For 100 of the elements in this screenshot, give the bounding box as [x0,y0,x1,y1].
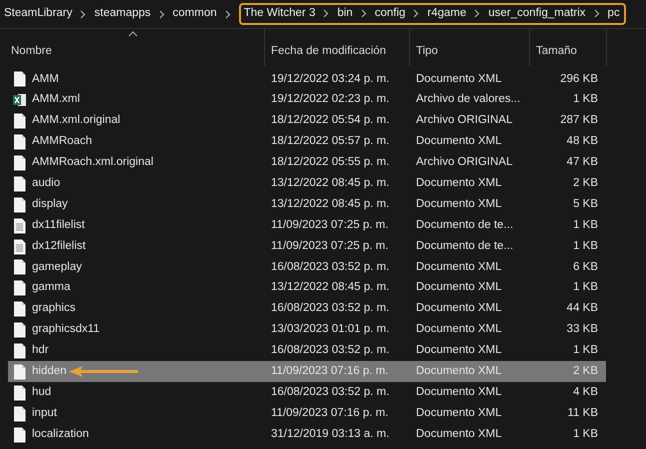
column-header[interactable]: Nombre [0,29,265,66]
size-cell-text: 1 KB [572,344,598,358]
file-name: display [32,198,68,212]
file-icon [13,113,26,130]
size-cell-text: 4 KB [572,386,598,400]
breadcrumb-item[interactable]: config [374,7,406,21]
date-cell-text: 18/12/2022 05:57 p. m. [270,135,390,150]
size-cell-text: 2 KB [572,365,598,379]
breadcrumb-item[interactable]: The Witcher 3 [244,7,316,21]
type-cell-text: Archivo ORIGINAL [415,156,514,170]
date-cell-text: 16/08/2023 03:52 p. m. [270,386,390,400]
file-icon [13,176,26,192]
file-name: graphics [32,302,76,316]
breadcrumb-item[interactable]: bin [337,7,353,21]
file-row[interactable]: AMMRoach.xml.original 18/12/2022 05:55 p. m. Archivo ORIGINAL 47 KB [8,152,606,174]
breadcrumb-item[interactable]: r4game [427,7,466,21]
file-row[interactable]: input 11/09/2023 07:16 p. m. Documento XML 11 KB [8,403,606,424]
size-cell-text: 11 KB [566,406,598,421]
file-name: hud [32,386,52,400]
chevron-icon [158,10,165,18]
file-row[interactable]: AMM 19/12/2022 03:24 p. m. Documento XML 296 KB [8,69,606,90]
breadcrumb-item[interactable]: steamapps [94,7,151,21]
file-row[interactable]: hud 16/08/2023 03:52 p. m. Documento XML 4 KB [8,382,606,404]
size-cell-text: 5 KB [572,198,598,212]
file-row[interactable]: audio 13/12/2022 08:45 p. m. Documento XML 2 KB [8,173,606,194]
text-file-icon [13,218,26,234]
file-icon [13,259,26,276]
column-header[interactable]: Fecha de modificación [265,29,410,66]
file-row[interactable]: gameplay 16/08/2023 03:52 p. m. Documento XML 6 KB [8,257,606,278]
text-file-icon [13,238,26,255]
file-name: dx11filelist [32,218,85,233]
file-row[interactable]: AMM.xml.original 18/12/2022 05:54 p. m. Archivo ORIGINAL 287 KB [8,110,606,132]
breadcrumb-item[interactable]: user_config_matrix [488,7,586,21]
size-cell-text: 47 KB [566,156,598,170]
type-cell-text: Documento XML [415,177,503,191]
type-cell-text: Documento XML [415,302,503,316]
file-name: localization [32,428,89,442]
file-row[interactable]: graphics 16/08/2023 03:52 p. m. Documento XML 44 KB [8,298,606,320]
file-icon [13,280,26,296]
date-cell-text: 11/09/2023 07:16 p. m. [270,406,390,421]
breadcrumb-item[interactable]: pc [608,7,620,21]
file-icon [13,384,26,401]
file-row[interactable]: dx12filelist 11/09/2023 07:25 p. m. Documento de te... 1 KB [8,236,606,258]
size-cell-text: 1 KB [572,428,598,442]
file-row[interactable]: hidden 11/09/2023 07:16 p. m. Documento XML 2 KB [8,361,606,382]
size-cell-text: 2 KB [572,177,598,191]
type-cell-text: Documento de te... [415,218,514,233]
file-icon [13,196,26,213]
file-row[interactable]: localization 31/12/2019 03:13 a. m. Documento XML 1 KB [8,424,606,446]
file-row[interactable]: AMM.xml 19/12/2022 02:23 p. m. Archivo de valores... 1 KB [8,90,606,111]
date-cell-text: 18/12/2022 05:55 p. m. [270,156,390,170]
size-cell-text: 48 KB [566,135,598,150]
chevron-icon [413,9,420,18]
date-cell-text: 13/12/2022 08:45 p. m. [270,281,390,296]
file-icon [13,364,26,380]
size-cell-text: 44 KB [566,302,598,316]
column-header[interactable]: Tipo [410,29,530,66]
size-cell-text: 6 KB [572,260,598,274]
date-cell-text: 11/09/2023 07:25 p. m. [270,240,390,254]
breadcrumb-item[interactable]: SteamLibrary [4,7,72,21]
file-row[interactable]: graphicsdx11 13/03/2023 01:01 p. m. Documento XML 33 KB [8,320,606,341]
chevron-icon [594,9,600,18]
size-cell-text: 1 KB [572,240,598,254]
file-icon [13,406,26,422]
file-name: AMM.xml.original [32,114,120,128]
date-cell-text: 13/03/2023 01:01 p. m. [270,323,390,338]
file-name: graphicsdx11 [32,323,100,338]
date-cell-text: 13/12/2022 08:45 p. m. [270,198,390,212]
file-name: AMM [32,72,59,86]
file-name: hdr [32,344,49,358]
chevron-icon [224,10,231,18]
file-icon [13,343,26,360]
file-icon [13,71,26,88]
type-cell-text: Documento XML [415,386,503,400]
type-cell-text: Documento XML [415,260,503,274]
file-name: gameplay [32,260,82,274]
date-cell-text: 31/12/2019 03:13 a. m. [270,428,390,442]
date-cell-text: 16/08/2023 03:52 p. m. [270,344,390,358]
type-cell-text: Documento XML [415,428,503,442]
file-row[interactable]: hdr 16/08/2023 03:52 p. m. Documento XML 1 KB [8,340,606,362]
file-name: dx12filelist [32,240,86,254]
file-name: audio [32,176,60,191]
file-row[interactable]: dx11filelist 11/09/2023 07:25 p. m. Documento de te... 1 KB [8,215,606,236]
type-cell-text: Documento XML [415,323,503,338]
file-row[interactable]: display 13/12/2022 08:45 p. m. Documento XML 5 KB [8,194,606,216]
date-cell-text: 19/12/2022 03:24 p. m. [270,72,390,86]
file-row[interactable]: gamma 13/12/2022 08:45 p. m. Documento XML 1 KB [8,278,606,299]
file-name: AMM.xml [32,93,80,108]
date-cell-text: 16/08/2023 03:52 p. m. [270,260,390,274]
column-header[interactable]: Tamaño [530,29,607,66]
type-cell-text: Documento XML [415,72,503,86]
chevron-icon [323,9,330,18]
size-cell-text: 1 KB [572,93,598,108]
date-cell-text: 11/09/2023 07:16 p. m. [270,365,390,379]
file-icon [13,426,26,443]
breadcrumb-item[interactable]: common [172,7,217,21]
file-row[interactable]: AMMRoach 18/12/2022 05:57 p. m. Documento XML 48 KB [8,132,606,153]
file-name: hidden [32,365,67,379]
type-cell-text: Documento XML [415,281,503,296]
file-icon [13,155,26,171]
